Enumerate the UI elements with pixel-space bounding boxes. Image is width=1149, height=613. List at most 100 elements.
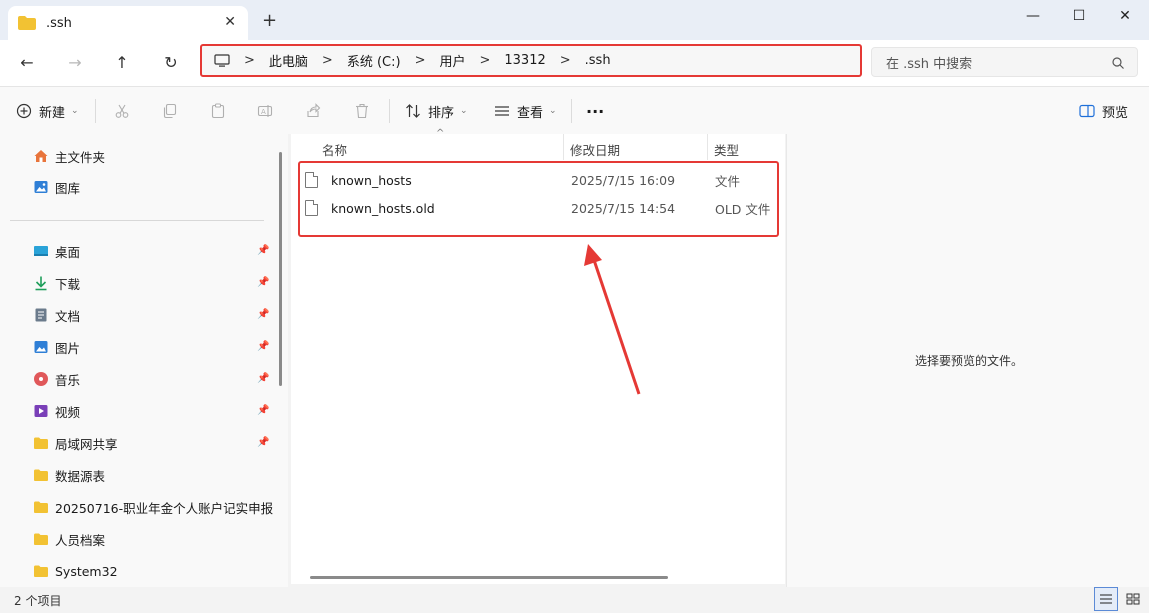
sidebar-item-label: 图库: [55, 180, 81, 196]
folder-icon: [34, 469, 48, 481]
view-list-icon: [495, 106, 509, 116]
tiles-view-button[interactable]: [1121, 587, 1145, 611]
back-button[interactable]: ←: [12, 48, 42, 76]
paste-button[interactable]: [210, 100, 226, 122]
sidebar-item-label: 人员档案: [55, 532, 106, 548]
horizontal-scrollbar[interactable]: [310, 576, 668, 579]
breadcrumb-separator: >: [244, 53, 255, 68]
breadcrumb-user-13312[interactable]: 13312: [504, 53, 545, 68]
sidebar-item-system32[interactable]: System32: [33, 560, 118, 582]
shared-folder-icon: [34, 437, 48, 449]
more-options-button[interactable]: ···: [586, 100, 604, 122]
pin-icon: 📌: [257, 277, 270, 288]
command-bar: 新建 ⌄ A 排序 ⌄ 查看 ⌄ ··· 预览: [0, 86, 1149, 134]
preview-label: 预览: [1102, 105, 1129, 121]
share-icon: [307, 103, 321, 118]
sidebar-item-videos[interactable]: 视频: [33, 400, 80, 422]
column-divider[interactable]: [707, 134, 708, 160]
search-input[interactable]: 在 .ssh 中搜索: [871, 47, 1138, 77]
breadcrumb-c-drive[interactable]: 系统 (C:): [347, 51, 401, 70]
chevron-down-icon: ⌄: [549, 106, 557, 116]
sidebar-item-data-tables[interactable]: 数据源表: [33, 464, 105, 486]
preview-pane: 选择要预览的文件。: [786, 134, 1149, 587]
breadcrumb-ssh[interactable]: .ssh: [585, 53, 611, 68]
new-button[interactable]: 新建 ⌄: [16, 100, 79, 122]
rename-button[interactable]: A: [257, 100, 273, 122]
column-divider[interactable]: [563, 134, 564, 160]
pin-icon: 📌: [257, 437, 270, 448]
search-icon: [1112, 57, 1124, 69]
breadcrumb-users[interactable]: 用户: [439, 51, 465, 70]
sidebar-item-annuity-report[interactable]: 20250716-职业年金个人账户记实申报: [33, 496, 273, 518]
tab-label: .ssh: [46, 15, 72, 31]
cut-button[interactable]: [114, 100, 130, 122]
preview-message: 选择要预览的文件。: [915, 354, 1024, 368]
rename-icon: A: [257, 105, 273, 117]
sidebar-item-lan-share[interactable]: 局域网共享: [33, 432, 118, 454]
trash-icon: [356, 103, 368, 119]
address-row: ← → ↑ ↻ > 此电脑 > 系统 (C:) > 用户 > 13312 > .…: [0, 40, 1149, 86]
sidebar-item-label: 视频: [55, 404, 81, 420]
computer-icon: [214, 53, 230, 67]
sidebar-item-gallery[interactable]: 图库: [33, 176, 80, 198]
breadcrumb-separator: >: [321, 53, 333, 68]
pin-icon: 📌: [257, 405, 270, 416]
sidebar-item-label: 下载: [55, 276, 81, 292]
new-tab-button[interactable]: +: [262, 10, 277, 31]
scissors-icon: [115, 104, 129, 118]
sidebar-item-label: 图片: [55, 340, 81, 356]
folder-icon: [34, 501, 48, 513]
maximize-button[interactable]: ☐: [1056, 2, 1102, 30]
sort-ascending-icon: ^: [436, 128, 445, 139]
sidebar-item-documents[interactable]: 文档: [33, 304, 80, 326]
sidebar-item-music[interactable]: 音乐: [33, 368, 80, 390]
sidebar-item-pictures[interactable]: 图片: [33, 336, 80, 358]
folder-icon: [34, 533, 48, 545]
preview-pane-icon: [1079, 104, 1095, 118]
pin-icon: 📌: [257, 373, 270, 384]
tab-close-icon[interactable]: ✕: [224, 14, 236, 30]
details-view-button[interactable]: [1094, 587, 1118, 611]
breadcrumb-this-pc[interactable]: 此电脑: [269, 51, 308, 70]
minimize-button[interactable]: —: [1010, 2, 1056, 30]
sidebar-item-label: System32: [55, 563, 118, 579]
forward-button[interactable]: →: [60, 48, 90, 76]
annotation-arrow: [584, 244, 641, 395]
sidebar-item-label: 桌面: [55, 244, 81, 260]
share-button[interactable]: [305, 100, 321, 122]
sidebar-item-home[interactable]: 主文件夹: [33, 145, 105, 167]
status-bar: 2 个项目: [0, 587, 1149, 613]
delete-button[interactable]: [354, 100, 370, 122]
sidebar-scrollbar[interactable]: [279, 152, 282, 386]
new-label: 新建: [39, 105, 66, 121]
sidebar-item-personnel-files[interactable]: 人员档案: [33, 528, 105, 550]
close-window-button[interactable]: ✕: [1102, 2, 1148, 30]
column-header-modified[interactable]: 修改日期: [570, 140, 620, 159]
view-button[interactable]: 查看 ⌄: [494, 100, 557, 122]
annotation-highlight-box: [298, 161, 779, 237]
sidebar-item-label: 文档: [55, 308, 81, 324]
breadcrumb-separator: >: [559, 53, 571, 68]
column-header-type[interactable]: 类型: [714, 140, 739, 159]
sidebar-item-desktop[interactable]: 桌面: [33, 240, 80, 262]
column-header-name[interactable]: 名称: [322, 140, 347, 159]
copy-button[interactable]: [162, 100, 178, 122]
sidebar-item-label: 局域网共享: [55, 436, 118, 452]
refresh-button[interactable]: ↻: [156, 48, 186, 76]
sort-button[interactable]: 排序 ⌄: [405, 100, 468, 122]
address-bar[interactable]: > 此电脑 > 系统 (C:) > 用户 > 13312 > .ssh: [200, 44, 862, 77]
home-icon: [34, 150, 48, 162]
folder-icon: [18, 16, 36, 30]
chevron-down-icon: ⌄: [460, 106, 468, 116]
pin-icon: 📌: [257, 245, 270, 256]
sidebar-item-label: 数据源表: [55, 468, 106, 484]
preview-pane-button[interactable]: 预览: [1079, 100, 1128, 122]
sidebar-divider: [10, 220, 264, 221]
search-placeholder: 在 .ssh 中搜索: [886, 56, 973, 72]
up-button[interactable]: ↑: [107, 48, 137, 76]
sidebar-item-label: 20250716-职业年金个人账户记实申报: [55, 500, 274, 516]
tab-ssh[interactable]: .ssh ✕: [8, 6, 248, 40]
sort-icon: [406, 104, 420, 118]
sidebar-item-downloads[interactable]: 下载: [33, 272, 80, 294]
toolbar-divider: [389, 99, 390, 123]
